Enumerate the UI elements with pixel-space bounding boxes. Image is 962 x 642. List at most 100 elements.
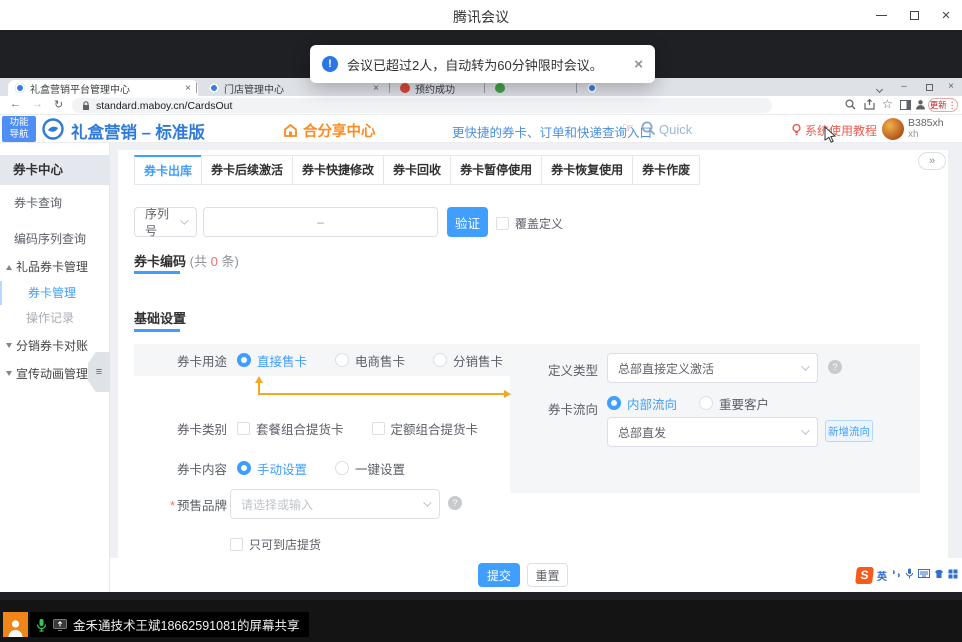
option-label: 电商售卡 bbox=[355, 351, 405, 370]
tab-search-dropdown[interactable] bbox=[872, 84, 886, 95]
kebab-menu-icon: ⋮ bbox=[948, 100, 957, 111]
user-name: B385xh xh bbox=[908, 118, 944, 140]
maximize-button[interactable] bbox=[901, 6, 927, 24]
content-card: 券卡出库 券卡后续激活 券卡快捷修改 券卡回收 券卡暂停使用 券卡恢复使用 券卡… bbox=[118, 150, 948, 558]
sidebar-item-code-sequence-query[interactable]: 编码序列查询 bbox=[0, 227, 110, 251]
ime-mic-icon[interactable] bbox=[905, 568, 914, 582]
reset-button[interactable]: 重置 bbox=[527, 563, 568, 587]
overwrite-checkbox[interactable]: 覆盖定义 bbox=[496, 215, 563, 232]
quick-search-icon[interactable] bbox=[641, 121, 656, 141]
browser-close-button[interactable]: × bbox=[944, 81, 958, 92]
pointing-hand-icon: ☞ bbox=[622, 120, 634, 136]
expand-panel-button[interactable]: » bbox=[918, 152, 946, 170]
radio-icon bbox=[237, 353, 251, 367]
ime-language-mode[interactable]: 英 bbox=[877, 568, 887, 583]
minimize-button[interactable] bbox=[868, 6, 894, 24]
ime-punctuation-icon[interactable] bbox=[891, 569, 901, 582]
radio-vip-customer[interactable]: 重要客户 bbox=[699, 394, 769, 413]
main-area: 券卡中心 券卡查询 编码序列查询 礼品券卡管理 券卡管理 操作记录 分销券卡对账… bbox=[0, 143, 962, 592]
toast-close-icon[interactable]: × bbox=[634, 56, 643, 73]
ime-keyboard-icon[interactable] bbox=[918, 569, 930, 581]
add-flow-button[interactable]: 新增流向 bbox=[825, 420, 873, 442]
option-label: 分销售卡 bbox=[453, 351, 503, 370]
close-button[interactable]: × bbox=[933, 6, 959, 24]
brand-select[interactable]: 请选择或输入 bbox=[230, 489, 440, 519]
option-label: 内部流向 bbox=[627, 394, 677, 413]
radio-icon bbox=[335, 461, 349, 475]
checkbox-icon bbox=[230, 538, 243, 551]
function-nav-button[interactable]: 功能 导航 bbox=[2, 116, 36, 142]
checkbox-fixed-combo-pickup-card[interactable]: 定额组合提货卡 bbox=[372, 419, 479, 438]
sogou-ime-icon[interactable]: S bbox=[855, 567, 874, 584]
brand-row: *预售品牌 bbox=[134, 490, 237, 518]
browser-tab-gift-admin[interactable]: 礼盒营销平台管理中心 × bbox=[8, 80, 198, 96]
share-icon[interactable] bbox=[864, 99, 875, 113]
tab-card-quick-edit[interactable]: 券卡快捷修改 bbox=[292, 155, 384, 185]
tab-card-activate[interactable]: 券卡后续激活 bbox=[201, 155, 293, 185]
sidebar-collapse-handle[interactable]: ≡ bbox=[88, 352, 110, 392]
browser-minimize-button[interactable]: – bbox=[897, 81, 911, 92]
card-tabs: 券卡出库 券卡后续激活 券卡快捷修改 券卡回收 券卡暂停使用 券卡恢复使用 券卡… bbox=[134, 155, 700, 185]
forward-icon[interactable]: → bbox=[32, 98, 43, 110]
checkbox-icon bbox=[237, 422, 250, 435]
sidebar-item-card-query[interactable]: 券卡查询 bbox=[0, 191, 110, 215]
checkbox-combo-pickup-card[interactable]: 套餐组合提货卡 bbox=[237, 419, 344, 438]
tab-close-icon[interactable]: × bbox=[185, 83, 191, 94]
define-type-select[interactable]: 总部直接定义激活 bbox=[607, 353, 818, 383]
sidebar-item-operation-log[interactable]: 操作记录 bbox=[0, 306, 110, 330]
side-panel-icon[interactable] bbox=[900, 100, 911, 113]
tab-card-suspend[interactable]: 券卡暂停使用 bbox=[450, 155, 542, 185]
update-label: 更新 bbox=[930, 99, 947, 111]
quick-label[interactable]: Quick bbox=[659, 122, 692, 137]
sidebar-group-distribution-reconcile[interactable]: 分销券卡对账 bbox=[0, 334, 110, 358]
serial-number-input[interactable]: – bbox=[203, 207, 438, 237]
brand-title: 礼盒营销 – 标准版 bbox=[71, 119, 205, 143]
define-type-label: 定义类型 bbox=[510, 360, 598, 379]
codes-underline bbox=[134, 271, 180, 274]
address-bar[interactable]: standard.maboy.cn/CardsOut bbox=[72, 98, 772, 113]
chevron-down-icon bbox=[180, 216, 188, 224]
serial-type-select[interactable]: 序列号 bbox=[134, 207, 197, 237]
meeting-toast: ! 会议已超过2人，自动转为60分钟限时会议。 × bbox=[310, 45, 655, 83]
bookmark-star-icon[interactable]: ☆ bbox=[882, 97, 893, 111]
mic-icon bbox=[36, 618, 47, 632]
sharer-avatar[interactable] bbox=[3, 612, 28, 637]
profile-icon[interactable] bbox=[915, 99, 926, 113]
zoom-icon[interactable] bbox=[845, 99, 856, 113]
share-center-link[interactable]: 合分享中心 bbox=[283, 120, 376, 141]
tab-favicon bbox=[495, 83, 505, 93]
meeting-title: 腾讯会议 bbox=[0, 7, 962, 27]
radio-manual-setup[interactable]: 手动设置 bbox=[237, 459, 307, 478]
tab-close-icon[interactable]: × bbox=[373, 83, 379, 94]
store-only-checkbox[interactable]: 只可到店提货 bbox=[230, 536, 321, 553]
tab-card-resume[interactable]: 券卡恢复使用 bbox=[541, 155, 633, 185]
help-icon[interactable]: ? bbox=[448, 496, 462, 510]
back-icon[interactable]: ← bbox=[10, 98, 21, 110]
info-icon: ! bbox=[322, 56, 338, 72]
radio-internal-flow[interactable]: 内部流向 bbox=[607, 394, 677, 413]
ime-skin-icon[interactable] bbox=[934, 569, 944, 582]
submit-button[interactable]: 提交 bbox=[478, 563, 520, 587]
browser-maximize-button[interactable] bbox=[922, 83, 936, 94]
user-name-sub: xh bbox=[908, 129, 944, 140]
ime-toolbox-icon[interactable] bbox=[948, 569, 958, 582]
lock-icon bbox=[82, 101, 90, 111]
app-header: 功能 导航 礼盒营销 – 标准版 合分享中心 更快捷的券卡、订单和快递查询入口 … bbox=[0, 115, 962, 143]
tab-card-recycle[interactable]: 券卡回收 bbox=[383, 155, 451, 185]
sidebar-item-card-mgmt[interactable]: 券卡管理 bbox=[0, 281, 110, 305]
radio-ecommerce-sale[interactable]: 电商售卡 bbox=[335, 351, 405, 370]
sidebar-group-gift-card-mgmt[interactable]: 礼品券卡管理 bbox=[0, 255, 110, 279]
verify-button[interactable]: 验证 bbox=[447, 207, 488, 237]
flow-select[interactable]: 总部直发 bbox=[607, 417, 818, 447]
shared-screen: 礼盒营销平台管理中心 × 门店管理中心 × 预约成功 – bbox=[0, 30, 962, 642]
reload-icon[interactable]: ↻ bbox=[54, 98, 63, 111]
tab-card-outbound[interactable]: 券卡出库 bbox=[134, 155, 202, 185]
user-avatar[interactable] bbox=[882, 118, 904, 140]
radio-direct-sale[interactable]: 直接售卡 bbox=[237, 351, 307, 370]
chevron-down-icon bbox=[423, 498, 431, 506]
radio-distribution-sale[interactable]: 分销售卡 bbox=[433, 351, 503, 370]
help-icon[interactable]: ? bbox=[828, 360, 842, 374]
browser-update-button[interactable]: 更新 ⋮ bbox=[928, 98, 958, 112]
radio-one-click-setup[interactable]: 一键设置 bbox=[335, 459, 405, 478]
tab-card-void[interactable]: 券卡作废 bbox=[632, 155, 700, 185]
